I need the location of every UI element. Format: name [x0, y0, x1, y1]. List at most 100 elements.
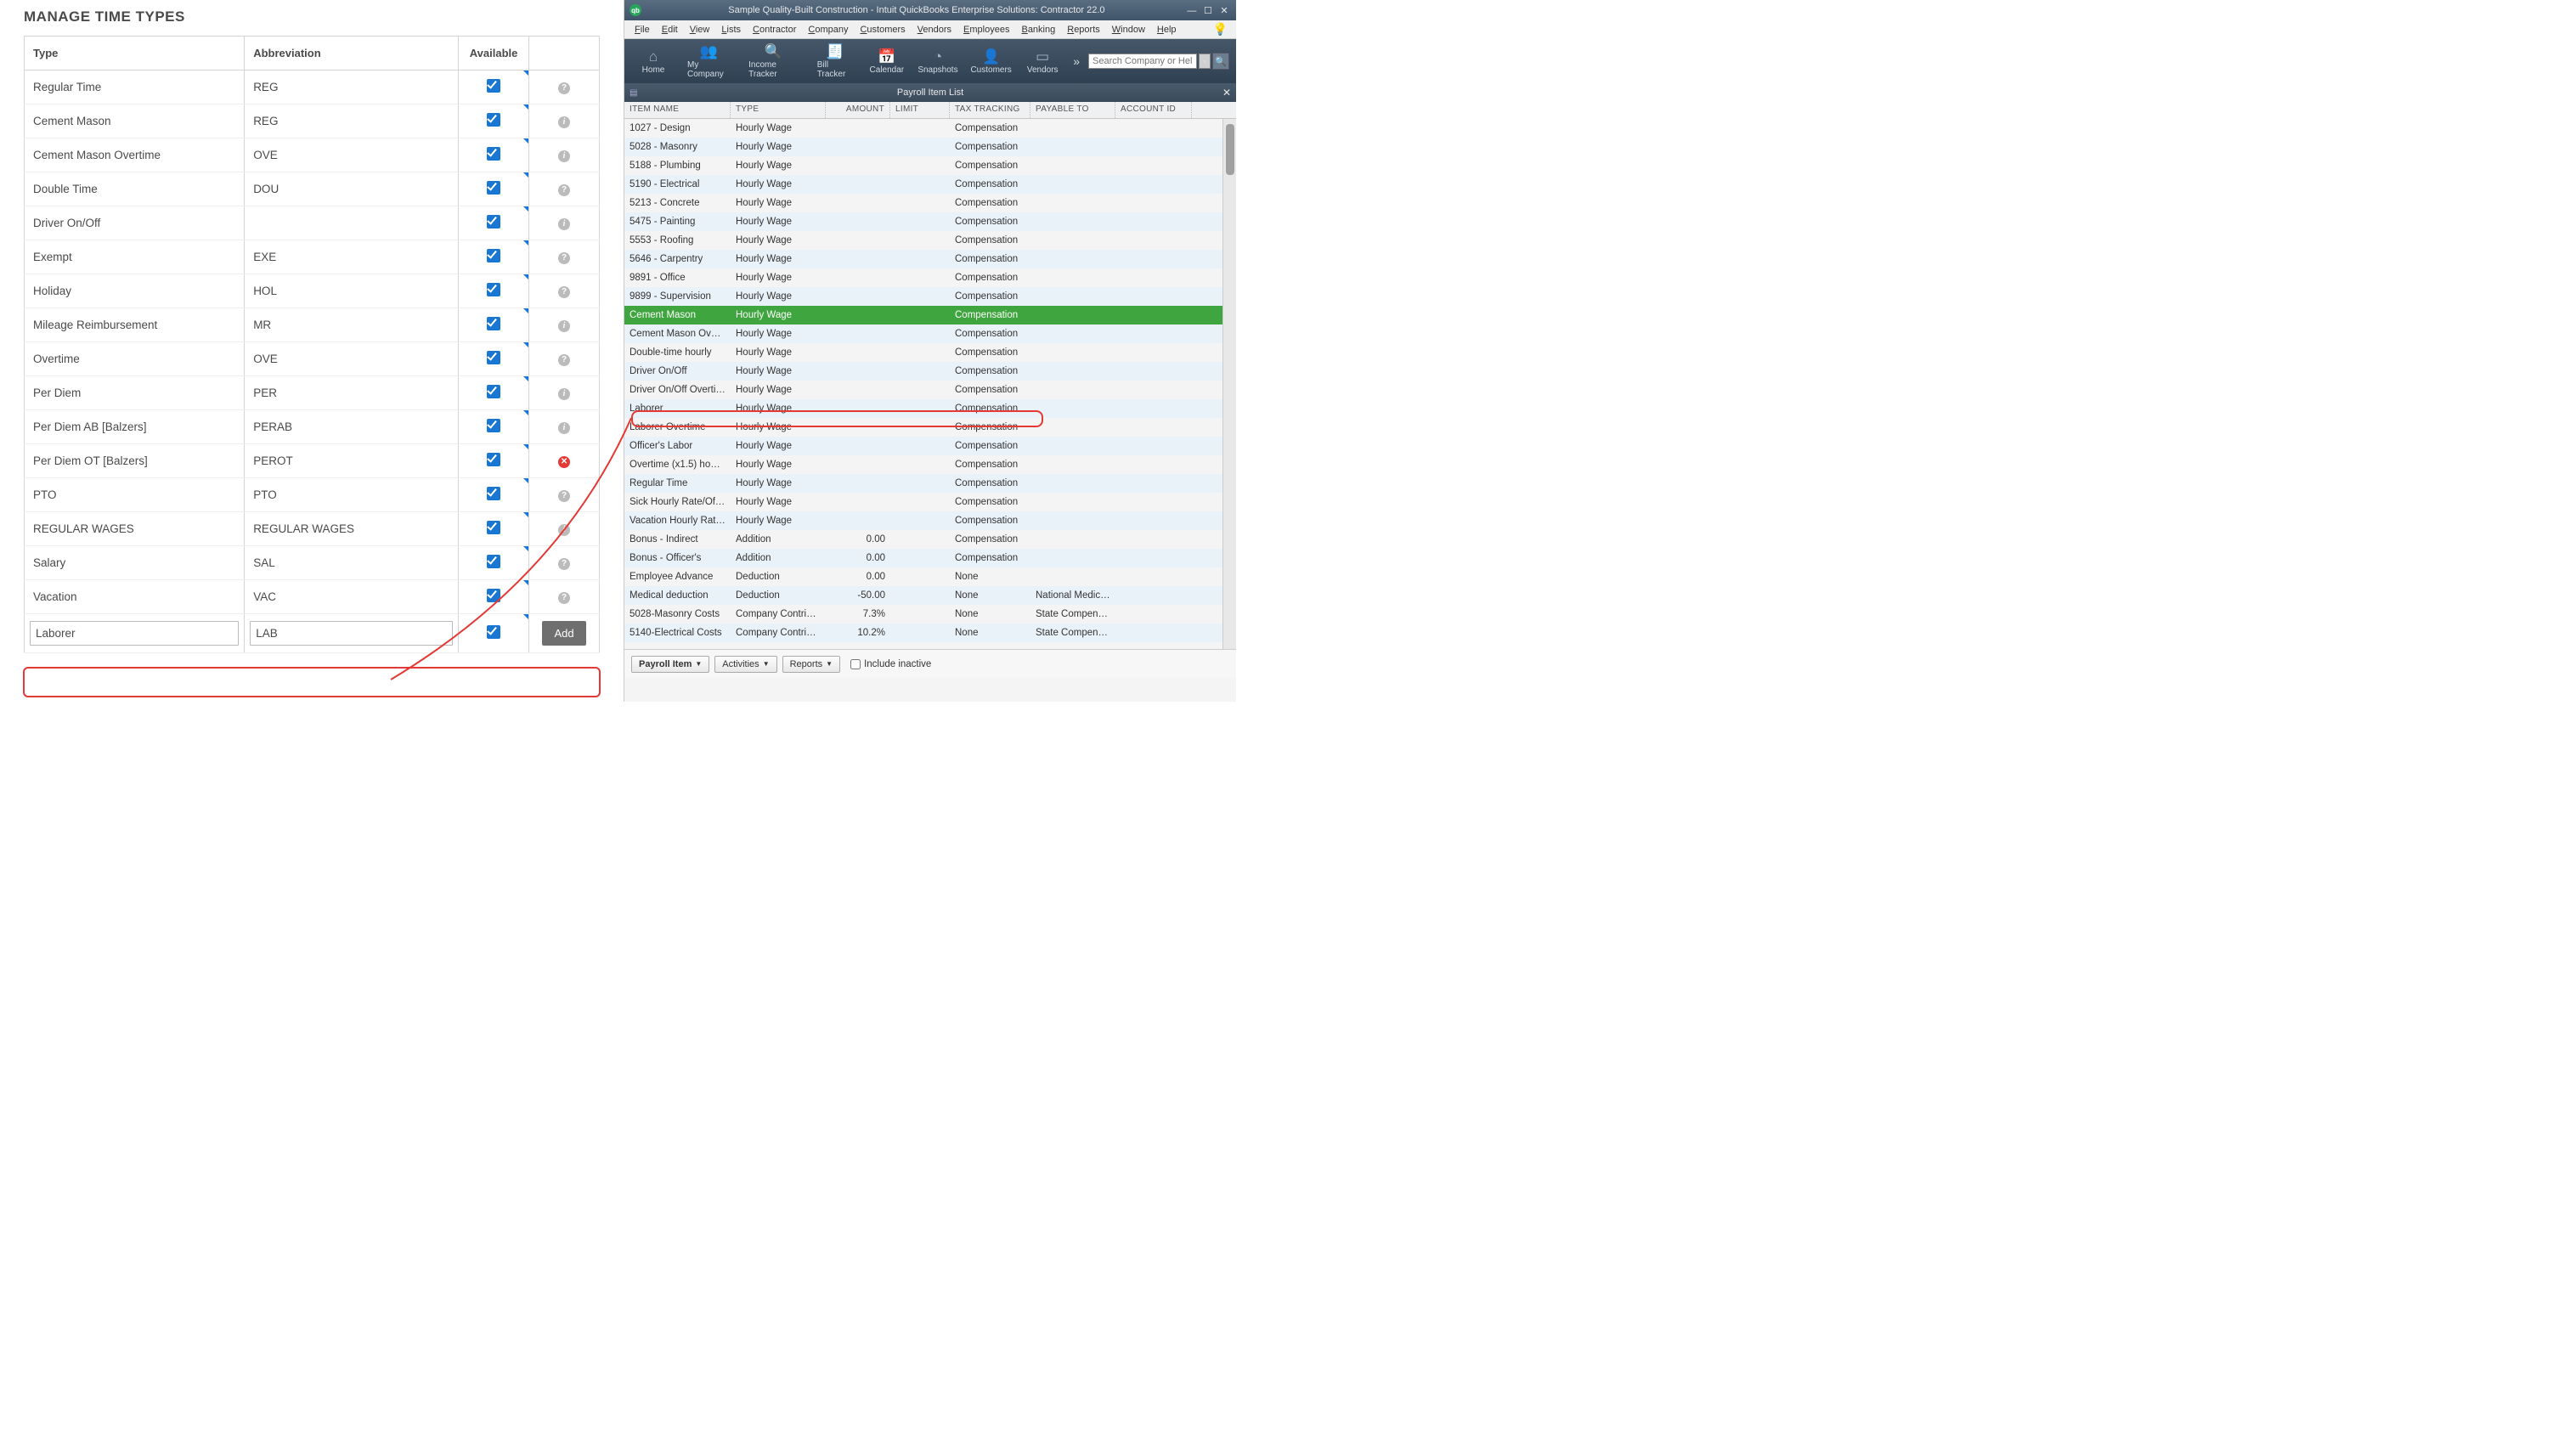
- list-item[interactable]: 5188 - PlumbingHourly WageCompensation: [624, 156, 1236, 175]
- col-amount[interactable]: AMOUNT: [826, 102, 890, 118]
- new-available-checkbox[interactable]: [487, 625, 500, 639]
- toolbar-my-company[interactable]: 👥My Company: [680, 42, 737, 81]
- search-input[interactable]: [1088, 54, 1197, 69]
- help-icon[interactable]: ?: [558, 286, 570, 298]
- available-checkbox[interactable]: [487, 181, 500, 195]
- help-icon[interactable]: ?: [558, 184, 570, 196]
- menu-lists[interactable]: Lists: [716, 23, 746, 37]
- list-item[interactable]: Bonus - IndirectAddition0.00Compensation: [624, 530, 1236, 549]
- toolbar-more-icon[interactable]: »: [1070, 54, 1083, 68]
- menu-edit[interactable]: Edit: [657, 23, 683, 37]
- payroll-item-menu-button[interactable]: Payroll Item▼: [631, 656, 709, 673]
- menu-view[interactable]: View: [685, 23, 715, 37]
- list-item[interactable]: 5475 - PaintingHourly WageCompensation: [624, 212, 1236, 231]
- menu-reports[interactable]: Reports: [1062, 23, 1105, 37]
- menu-file[interactable]: File: [630, 23, 655, 37]
- list-item[interactable]: Employee AdvanceDeduction0.00None: [624, 567, 1236, 586]
- col-account-id[interactable]: ACCOUNT ID: [1115, 102, 1192, 118]
- list-item[interactable]: Cement Mason Over...Hourly WageCompensat…: [624, 324, 1236, 343]
- add-button[interactable]: Add: [542, 621, 585, 646]
- available-checkbox[interactable]: [487, 555, 500, 568]
- list-item[interactable]: 5553 - RoofingHourly WageCompensation: [624, 231, 1236, 250]
- col-tax-tracking[interactable]: TAX TRACKING: [950, 102, 1030, 118]
- toolbar-customers[interactable]: 👤Customers: [967, 47, 1015, 76]
- help-icon[interactable]: ?: [558, 252, 570, 264]
- delete-icon[interactable]: ✕: [558, 456, 570, 468]
- info-icon[interactable]: i: [558, 150, 570, 162]
- list-item[interactable]: Double-time hourlyHourly WageCompensatio…: [624, 343, 1236, 362]
- info-icon[interactable]: i: [558, 524, 570, 536]
- toolbar-calendar[interactable]: 📅Calendar: [865, 47, 909, 76]
- info-icon[interactable]: i: [558, 422, 570, 434]
- tips-icon[interactable]: 💡: [1210, 22, 1231, 37]
- menu-contractor[interactable]: Contractor: [748, 23, 801, 37]
- list-item[interactable]: Driver On/Off OvertimeHourly WageCompens…: [624, 381, 1236, 399]
- list-item[interactable]: 9899 - SupervisionHourly WageCompensatio…: [624, 287, 1236, 306]
- scrollbar-thumb[interactable]: [1226, 124, 1234, 175]
- available-checkbox[interactable]: [487, 453, 500, 466]
- list-item[interactable]: Vacation Hourly Rate...Hourly WageCompen…: [624, 511, 1236, 530]
- search-dropdown-icon[interactable]: ▾: [1199, 54, 1211, 69]
- available-checkbox[interactable]: [487, 113, 500, 127]
- new-abbr-input[interactable]: [250, 621, 453, 646]
- available-checkbox[interactable]: [487, 589, 500, 602]
- menu-help[interactable]: Help: [1152, 23, 1182, 37]
- list-item[interactable]: 5190 - ElectricalHourly WageCompensation: [624, 175, 1236, 194]
- list-item[interactable]: 5140-Electrical CostsCompany Contributi.…: [624, 624, 1236, 642]
- toolbar-home[interactable]: ⌂Home: [631, 47, 675, 76]
- list-item[interactable]: 9891 - OfficeHourly WageCompensation: [624, 268, 1236, 287]
- maximize-icon[interactable]: ☐: [1201, 5, 1215, 16]
- info-icon[interactable]: i: [558, 218, 570, 230]
- available-checkbox[interactable]: [487, 249, 500, 262]
- available-checkbox[interactable]: [487, 79, 500, 93]
- available-checkbox[interactable]: [487, 487, 500, 500]
- available-checkbox[interactable]: [487, 283, 500, 296]
- list-item[interactable]: 5028-Masonry CostsCompany Contributi...7…: [624, 605, 1236, 624]
- help-icon[interactable]: ?: [558, 82, 570, 94]
- available-checkbox[interactable]: [487, 351, 500, 364]
- available-checkbox[interactable]: [487, 215, 500, 229]
- available-checkbox[interactable]: [487, 521, 500, 534]
- available-checkbox[interactable]: [487, 385, 500, 398]
- menu-company[interactable]: Company: [803, 23, 853, 37]
- menu-window[interactable]: Window: [1107, 23, 1150, 37]
- col-type[interactable]: TYPE: [731, 102, 826, 118]
- col-payable-to[interactable]: PAYABLE TO: [1030, 102, 1115, 118]
- list-item[interactable]: Officer's LaborHourly WageCompensation: [624, 437, 1236, 455]
- toolbar-bill-tracker[interactable]: 🧾Bill Tracker: [810, 42, 860, 81]
- available-checkbox[interactable]: [487, 419, 500, 432]
- available-checkbox[interactable]: [487, 147, 500, 161]
- subwindow-close-icon[interactable]: ✕: [1222, 87, 1231, 99]
- info-icon[interactable]: i: [558, 116, 570, 128]
- toolbar-snapshots[interactable]: ◔Snapshots: [914, 47, 962, 76]
- menu-customers[interactable]: Customers: [855, 23, 910, 37]
- new-type-input[interactable]: [30, 621, 239, 646]
- menu-employees[interactable]: Employees: [958, 23, 1014, 37]
- info-icon[interactable]: i: [558, 320, 570, 332]
- toolbar-vendors[interactable]: ▭Vendors: [1020, 47, 1064, 76]
- list-item[interactable]: 5646 - CarpentryHourly WageCompensation: [624, 250, 1236, 268]
- info-icon[interactable]: i: [558, 388, 570, 400]
- help-icon[interactable]: ?: [558, 354, 570, 366]
- list-item[interactable]: LaborerHourly WageCompensation: [624, 399, 1236, 418]
- list-item[interactable]: Medical deductionDeduction-50.00NoneNati…: [624, 586, 1236, 605]
- include-inactive-checkbox[interactable]: [850, 659, 861, 669]
- list-item[interactable]: Laborer OvertimeHourly WageCompensation: [624, 418, 1236, 437]
- list-item[interactable]: Bonus - Officer'sAddition0.00Compensatio…: [624, 549, 1236, 567]
- list-item[interactable]: Sick Hourly Rate/Offi...Hourly WageCompe…: [624, 493, 1236, 511]
- menu-banking[interactable]: Banking: [1016, 23, 1060, 37]
- search-go-icon[interactable]: 🔍: [1212, 53, 1229, 70]
- col-item-name[interactable]: ITEM NAME: [624, 102, 731, 118]
- toolbar-income-tracker[interactable]: 🔍Income Tracker: [742, 42, 805, 81]
- list-item[interactable]: 1027 - DesignHourly WageCompensation: [624, 119, 1236, 138]
- list-item[interactable]: Cement MasonHourly WageCompensation: [624, 306, 1236, 324]
- reports-menu-button[interactable]: Reports▼: [782, 656, 840, 673]
- list-item[interactable]: Regular TimeHourly WageCompensation: [624, 474, 1236, 493]
- activities-menu-button[interactable]: Activities▼: [714, 656, 776, 673]
- help-icon[interactable]: ?: [558, 490, 570, 502]
- menu-vendors[interactable]: Vendors: [912, 23, 957, 37]
- help-icon[interactable]: ?: [558, 558, 570, 570]
- col-limit[interactable]: LIMIT: [890, 102, 950, 118]
- list-item[interactable]: 5213 - ConcreteHourly WageCompensation: [624, 194, 1236, 212]
- help-icon[interactable]: ?: [558, 592, 570, 604]
